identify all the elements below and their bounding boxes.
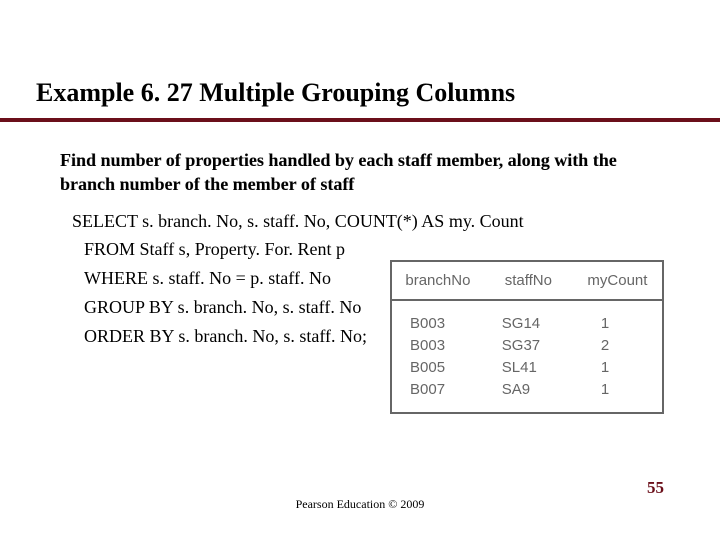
table-cell: SA9 <box>484 379 573 412</box>
table-cell: 1 <box>573 357 662 379</box>
footer-text: Pearson Education © 2009 <box>0 497 720 512</box>
page-number: 55 <box>647 478 664 498</box>
table-header: branchNo <box>392 262 484 300</box>
table-header: staffNo <box>484 262 573 300</box>
table-cell: B003 <box>392 335 484 357</box>
table-row: B003 SG14 1 <box>392 300 662 335</box>
table-row: B003 SG37 2 <box>392 335 662 357</box>
table-cell: 2 <box>573 335 662 357</box>
table-header-row: branchNo staffNo myCount <box>392 262 662 300</box>
table-cell: B007 <box>392 379 484 412</box>
table-cell: B005 <box>392 357 484 379</box>
table-cell: SG14 <box>484 300 573 335</box>
table-cell: 1 <box>573 379 662 412</box>
table-cell: B003 <box>392 300 484 335</box>
table-header: myCount <box>573 262 662 300</box>
table-row: B005 SL41 1 <box>392 357 662 379</box>
title-underline <box>0 118 720 122</box>
sql-line: SELECT s. branch. No, s. staff. No, COUN… <box>72 207 720 236</box>
prompt-text: Find number of properties handled by eac… <box>0 114 720 197</box>
table-row: B007 SA9 1 <box>392 379 662 412</box>
slide-title: Example 6. 27 Multiple Grouping Columns <box>0 0 720 114</box>
table-cell: SL41 <box>484 357 573 379</box>
slide: Example 6. 27 Multiple Grouping Columns … <box>0 0 720 540</box>
table-cell: 1 <box>573 300 662 335</box>
table-cell: SG37 <box>484 335 573 357</box>
result-table: branchNo staffNo myCount B003 SG14 1 B00… <box>390 260 664 414</box>
